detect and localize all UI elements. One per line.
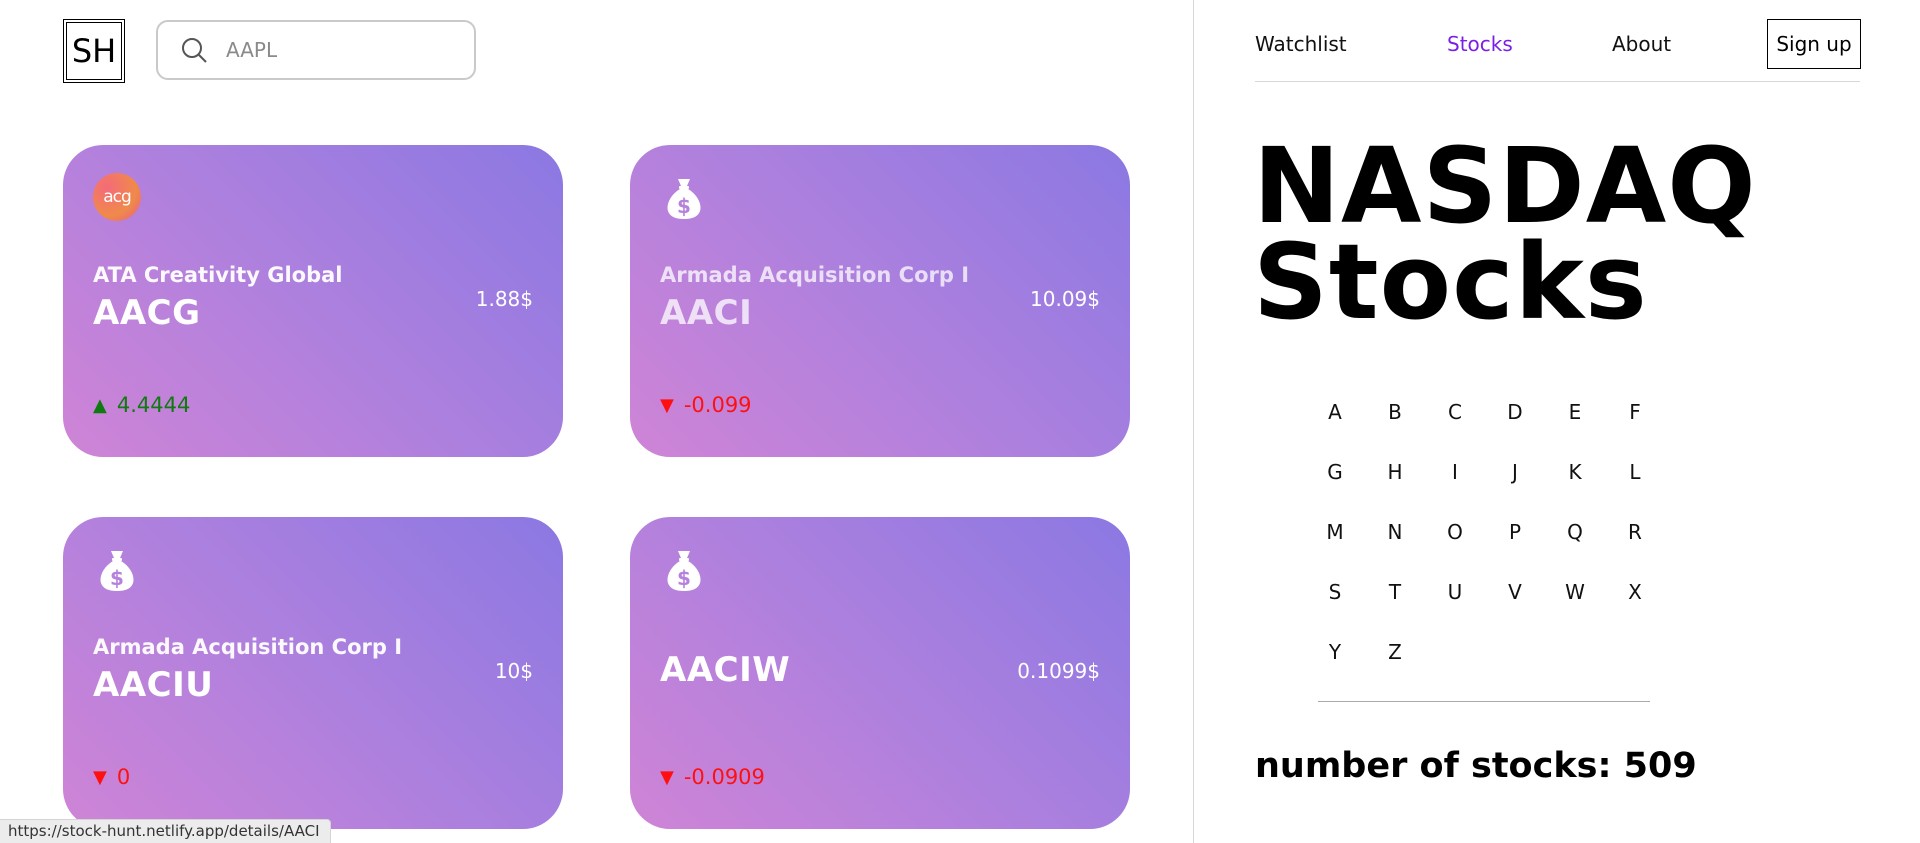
stock-card-aaci[interactable]: $ Armada Acquisition Corp I AACI 10.09$ … — [630, 145, 1130, 457]
letter-filter-a[interactable]: A — [1305, 390, 1365, 450]
stock-price: 1.88$ — [475, 287, 533, 311]
letter-filter-b[interactable]: B — [1365, 390, 1425, 450]
stock-name: ATA Creativity Global — [93, 263, 343, 287]
stock-change-value: -0.099 — [683, 393, 752, 417]
letter-filter-g[interactable]: G — [1305, 450, 1365, 510]
money-bag-icon: $ — [667, 179, 701, 219]
stock-price: 0.1099$ — [1017, 659, 1100, 683]
down-arrow-icon: ▼ — [93, 766, 107, 788]
search-box[interactable] — [156, 20, 476, 80]
page-title: NASDAQ Stocks — [1253, 125, 1757, 343]
page-title-line2: Stocks — [1253, 221, 1648, 343]
money-bag-icon: $ — [100, 551, 134, 591]
stock-card-aaciw[interactable]: $ AACIW 0.1099$ ▼ -0.0909 — [630, 517, 1130, 829]
stock-symbol: AACI — [660, 293, 753, 333]
stock-change: ▼ 0 — [93, 765, 130, 789]
down-arrow-icon: ▼ — [660, 394, 674, 416]
stock-symbol: AACIW — [660, 650, 791, 690]
letter-filter-e[interactable]: E — [1545, 390, 1605, 450]
status-bar-url: https://stock-hunt.netlify.app/details/A… — [0, 819, 331, 843]
stock-symbol: AACG — [93, 293, 201, 333]
letter-filter-i[interactable]: I — [1425, 450, 1485, 510]
signup-button[interactable]: Sign up — [1767, 19, 1861, 69]
acg-logo-icon: acg — [93, 173, 141, 221]
letter-filter-v[interactable]: V — [1485, 570, 1545, 630]
alphabet-divider — [1318, 701, 1650, 702]
letter-filter-q[interactable]: Q — [1545, 510, 1605, 570]
letter-filter-k[interactable]: K — [1545, 450, 1605, 510]
stock-change: ▲ 4.4444 — [93, 393, 190, 417]
site-logo[interactable]: SH — [63, 19, 125, 83]
letter-filter-p[interactable]: P — [1485, 510, 1545, 570]
stock-list-panel: SH acg ATA Creativity Global AACG 1.88$ … — [0, 0, 1193, 843]
nav-item-watchlist[interactable]: Watchlist — [1255, 32, 1347, 56]
stock-count-value: 509 — [1623, 746, 1697, 786]
svg-text:$: $ — [677, 194, 691, 218]
stock-price: 10$ — [494, 659, 533, 683]
letter-filter-t[interactable]: T — [1365, 570, 1425, 630]
letter-filter-w[interactable]: W — [1545, 570, 1605, 630]
stock-name: Armada Acquisition Corp I — [660, 263, 970, 287]
letter-filter-r[interactable]: R — [1605, 510, 1665, 570]
page-title-line1: NASDAQ — [1253, 125, 1757, 247]
down-arrow-icon: ▼ — [660, 766, 674, 788]
letter-filter-o[interactable]: O — [1425, 510, 1485, 570]
stock-change-value: 4.4444 — [116, 393, 191, 417]
letter-filter-y[interactable]: Y — [1305, 630, 1365, 690]
letter-filter-h[interactable]: H — [1365, 450, 1425, 510]
stock-count: number of stocks: 509 — [1255, 746, 1697, 786]
search-icon — [182, 38, 207, 63]
letter-filter-s[interactable]: S — [1305, 570, 1365, 630]
stock-count-label: number of stocks: — [1255, 746, 1612, 786]
top-navigation: Watchlist Stocks About Sign up — [1255, 0, 1861, 82]
nav-item-stocks[interactable]: Stocks — [1447, 32, 1513, 56]
svg-text:$: $ — [677, 566, 691, 590]
stock-symbol: AACIU — [93, 665, 214, 705]
letter-filter-l[interactable]: L — [1605, 450, 1665, 510]
stock-card-aacg[interactable]: acg ATA Creativity Global AACG 1.88$ ▲ 4… — [63, 145, 563, 457]
letter-filter-c[interactable]: C — [1425, 390, 1485, 450]
letter-filter-n[interactable]: N — [1365, 510, 1425, 570]
search-input[interactable] — [226, 38, 456, 62]
letter-filter-x[interactable]: X — [1605, 570, 1665, 630]
alphabet-filter: A B C D E F G H I J K L M N O P Q R S T … — [1305, 390, 1642, 690]
stock-change: ▼ -0.099 — [660, 393, 752, 417]
stock-card-aaciu[interactable]: $ Armada Acquisition Corp I AACIU 10$ ▼ … — [63, 517, 563, 829]
letter-filter-j[interactable]: J — [1485, 450, 1545, 510]
letter-filter-u[interactable]: U — [1425, 570, 1485, 630]
stock-name: Armada Acquisition Corp I — [93, 635, 403, 659]
letter-filter-z[interactable]: Z — [1365, 630, 1425, 690]
stock-change-value: -0.0909 — [683, 765, 765, 789]
stock-price: 10.09$ — [1030, 287, 1100, 311]
acg-logo-text: acg — [103, 187, 132, 207]
panel-divider — [1193, 0, 1194, 843]
stock-change-value: 0 — [116, 765, 131, 789]
up-arrow-icon: ▲ — [93, 394, 107, 416]
letter-filter-f[interactable]: F — [1605, 390, 1665, 450]
nav-item-about[interactable]: About — [1612, 32, 1671, 56]
svg-text:$: $ — [110, 566, 124, 590]
letter-filter-m[interactable]: M — [1305, 510, 1365, 570]
letter-filter-d[interactable]: D — [1485, 390, 1545, 450]
money-bag-icon: $ — [667, 551, 701, 591]
stock-change: ▼ -0.0909 — [660, 765, 765, 789]
